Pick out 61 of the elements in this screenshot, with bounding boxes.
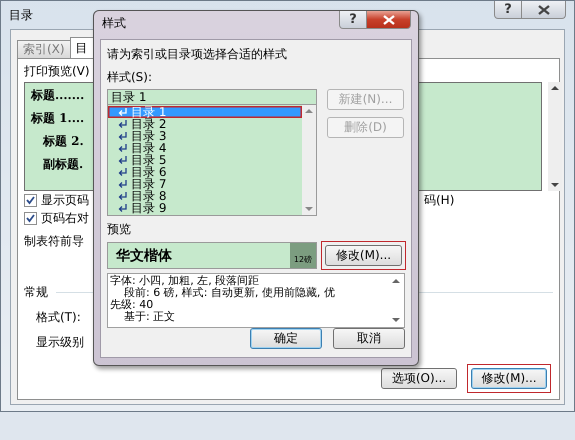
font-size-label: 12磅 [290, 243, 316, 268]
return-arrow-icon [118, 168, 128, 176]
style-list-item[interactable]: 目录 5 [108, 154, 302, 166]
return-arrow-icon [118, 108, 128, 116]
return-arrow-icon [118, 192, 128, 200]
dialog-button[interactable]: 选项(O)... [381, 368, 457, 389]
style-list-item[interactable]: 目录 8 [108, 190, 302, 202]
dialog-button[interactable]: 确定 [250, 328, 322, 349]
close-button[interactable] [367, 11, 411, 29]
field-label: 显示级别 [36, 334, 84, 351]
scrollbar[interactable] [548, 82, 562, 191]
return-arrow-icon [118, 132, 128, 140]
checkbox-label: 页码右对 [41, 210, 89, 226]
tab[interactable]: 目 [70, 37, 94, 58]
scroll-down-arrow-icon[interactable] [551, 182, 559, 188]
group-heading: 常规 [24, 284, 48, 301]
help-button[interactable]: ? [339, 11, 367, 29]
field-label: 样式(S): [107, 69, 152, 86]
preview-heading-line: 副标题. [43, 156, 84, 173]
preview-text: 华文楷体 [116, 246, 172, 264]
dialog-button[interactable]: 修改(M)... [471, 368, 547, 389]
window-title: 样式 [102, 15, 126, 32]
scroll-up-arrow-icon[interactable] [551, 85, 559, 91]
tab[interactable]: 索引(X) [17, 40, 71, 58]
return-arrow-icon [118, 156, 128, 164]
style-list-item[interactable]: 目录 4 [108, 142, 302, 154]
close-button[interactable] [522, 1, 566, 19]
style-list-item[interactable]: 目录 3 [108, 130, 302, 142]
field-label: 制表符前导 [24, 233, 84, 250]
preview-heading-line: 标题 2. [43, 133, 84, 150]
help-button[interactable]: ? [494, 1, 522, 19]
description-line: 基于: 正文 [124, 311, 176, 323]
checkbox[interactable] [24, 194, 37, 206]
scroll-down-arrow-icon[interactable] [392, 317, 400, 323]
close-icon [538, 4, 550, 14]
description-line: 先级: 40 [110, 299, 154, 311]
return-arrow-icon [118, 204, 128, 212]
description-line: 字体: 小四, 加粗, 左, 段落间距 [110, 275, 260, 287]
section-label: 打印预览(V) [24, 63, 90, 80]
return-arrow-icon [118, 180, 128, 188]
section-label: 预览 [107, 221, 131, 238]
preview-heading-line: 标题 1.... [31, 110, 84, 127]
return-arrow-icon [118, 144, 128, 152]
window-title: 目录 [9, 7, 33, 24]
checkbox-label: 显示页码 [41, 192, 89, 208]
style-list-item[interactable]: 目录 2 [108, 118, 302, 130]
option-label: 码(H) [424, 192, 454, 208]
description-line: 段前: 6 磅, 样式: 自动更新, 使用前隐藏, 优 [124, 287, 335, 299]
style-list-item[interactable]: 目录 6 [108, 166, 302, 178]
checkbox[interactable] [24, 212, 37, 224]
instruction-text: 请为索引或目录项选择合适的样式 [107, 46, 287, 63]
style-list-item[interactable]: 目录 9 [108, 202, 302, 214]
scroll-up-arrow-icon[interactable] [392, 278, 400, 284]
dialog-button[interactable]: 取消 [333, 328, 405, 349]
modify-button[interactable]: 修改(M)... [325, 245, 402, 266]
close-icon [382, 14, 394, 24]
style-list-item[interactable]: 目录 7 [108, 178, 302, 190]
preview-heading-line: 标题....... [31, 87, 84, 104]
style-name-field[interactable]: 目录 1 [107, 89, 317, 104]
field-label: 格式(T): [36, 309, 81, 326]
return-arrow-icon [118, 120, 128, 128]
